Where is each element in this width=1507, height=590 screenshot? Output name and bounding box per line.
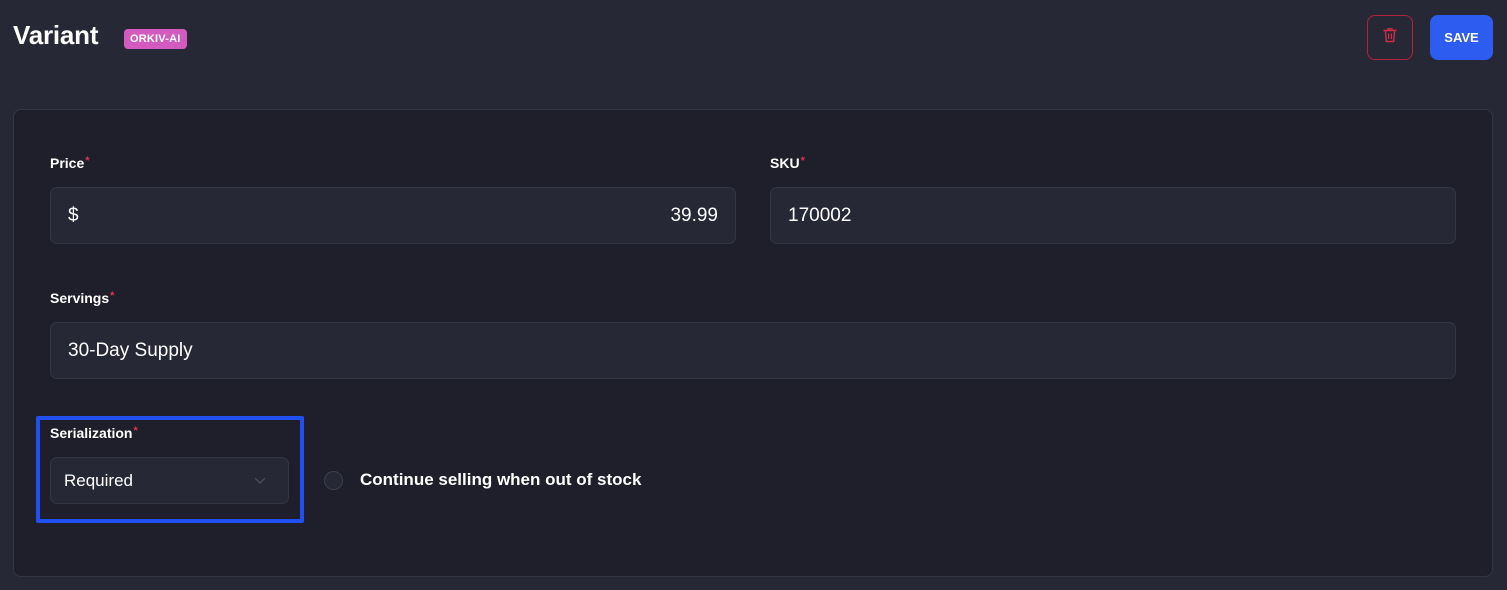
serialization-label: Serialization* <box>50 425 138 441</box>
continue-selling-label: Continue selling when out of stock <box>360 470 642 489</box>
sku-input[interactable]: 170002 <box>770 187 1456 244</box>
servings-label: Servings* <box>50 290 114 306</box>
variant-page: Variant ORKIV-AI SAVE Price* $ 39.99 SKU… <box>0 0 1507 590</box>
required-mark: * <box>800 155 805 167</box>
servings-label-text: Servings <box>50 290 110 306</box>
sku-label: SKU* <box>770 155 805 171</box>
sku-value: 170002 <box>788 204 852 226</box>
serialization-label-text: Serialization <box>50 425 133 441</box>
source-badge: ORKIV-AI <box>124 29 187 49</box>
price-value: 39.99 <box>670 204 718 226</box>
delete-button[interactable] <box>1367 15 1413 60</box>
price-label: Price* <box>50 155 90 171</box>
required-mark: * <box>133 425 138 437</box>
price-label-text: Price <box>50 155 85 171</box>
required-mark: * <box>110 290 115 302</box>
page-title: Variant <box>13 20 99 50</box>
currency-symbol: $ <box>68 204 79 226</box>
chevron-down-icon <box>254 475 266 487</box>
servings-value: 30-Day Supply <box>68 339 193 361</box>
serialization-select[interactable]: Required <box>50 457 289 504</box>
sku-label-text: SKU <box>770 155 800 171</box>
servings-input[interactable]: 30-Day Supply <box>50 322 1456 379</box>
trash-icon <box>1383 27 1397 48</box>
price-input[interactable]: $ 39.99 <box>50 187 736 244</box>
required-mark: * <box>85 155 90 167</box>
save-button[interactable]: SAVE <box>1430 15 1493 60</box>
continue-selling-toggle[interactable] <box>324 471 343 490</box>
serialization-selected-value: Required <box>64 470 133 490</box>
